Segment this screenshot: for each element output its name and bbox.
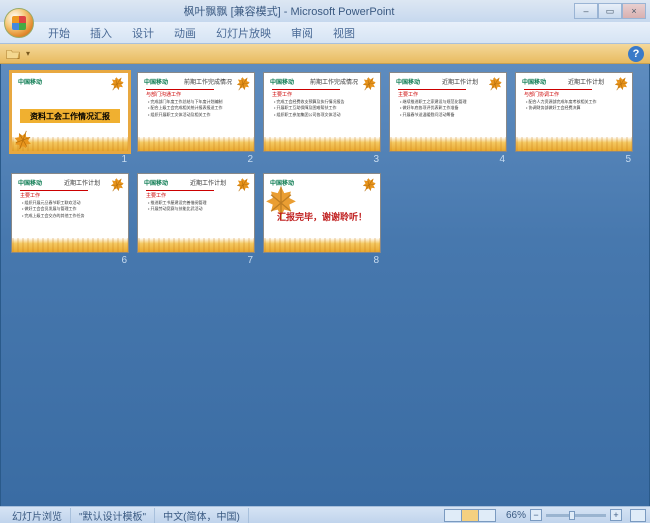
view-normal-button[interactable]: [444, 509, 462, 522]
tab-view[interactable]: 视图: [323, 25, 365, 41]
slide-number: 1: [11, 152, 129, 165]
open-folder-icon[interactable]: [6, 47, 20, 61]
section-label: 与部门协调工作: [524, 89, 592, 96]
slide-number: 4: [389, 152, 507, 165]
slide-number: 6: [11, 253, 129, 266]
slide-heading: 近期工作计划: [546, 77, 626, 86]
slide-heading: 前期工作完成情况: [294, 77, 374, 86]
slide-thumbnail-4[interactable]: 中国移动近期工作计划主要工作继续推进职工之家建设与规范化管理做好年底各项评优表彰…: [389, 72, 507, 152]
slide-number: 2: [137, 152, 255, 165]
slide-thumbnail-6[interactable]: 中国移动近期工作计划主要工作组织开展元旦春节职工联欢活动做好工会会员发展与管理工…: [11, 173, 129, 253]
bullet-list: 配合人力资源部完成年度考核相关工作协调财务部做好工会经费决算: [526, 99, 622, 112]
slide-title: 资料工会工作情况汇报: [20, 109, 120, 123]
zoom-fit-button[interactable]: [630, 509, 646, 522]
slide-heading: 近期工作计划: [168, 178, 248, 187]
tab-animations[interactable]: 动画: [164, 25, 206, 41]
slide-number: 5: [515, 152, 633, 165]
office-button[interactable]: [4, 8, 34, 38]
zoom-value: 66%: [506, 510, 526, 521]
slide-thumbnail-2[interactable]: 中国移动前期工作完成情况与部门沟通工作完成部门年度工作总结与下年度计划编制配合上…: [137, 72, 255, 152]
logo-text: 中国移动: [396, 77, 420, 86]
logo-text: 中国移动: [18, 77, 42, 86]
zoom-slider[interactable]: [546, 514, 606, 517]
slide-thumbnail-7[interactable]: 中国移动近期工作计划主要工作推进职工书屋建设完善借阅管理开展劳动竞赛与技能比武活…: [137, 173, 255, 253]
zoom-out-button[interactable]: −: [530, 509, 542, 521]
section-label: 主要工作: [272, 89, 340, 96]
slide-thumbnail-3[interactable]: 中国移动前期工作完成情况主要工作完成工会经费收支预算及执行情况报告开展职工互助保…: [263, 72, 381, 152]
slide-heading: 近期工作计划: [42, 178, 122, 187]
logo-text: 中国移动: [144, 77, 168, 86]
slide-heading: 近期工作计划: [420, 77, 500, 86]
help-button[interactable]: ?: [628, 46, 644, 62]
logo-text: 中国移动: [18, 178, 42, 187]
section-label: 与部门沟通工作: [146, 89, 214, 96]
status-theme: "默认设计模板": [71, 508, 155, 523]
slide-sorter-view: 中国移动资料工会工作情况汇报1中国移动前期工作完成情况与部门沟通工作完成部门年度…: [0, 64, 650, 506]
logo-text: 中国移动: [522, 77, 546, 86]
slide-heading: 前期工作完成情况: [168, 77, 248, 86]
slide-thumbnail-8[interactable]: 中国移动汇报完毕，谢谢聆听！: [263, 173, 381, 253]
zoom-in-button[interactable]: +: [610, 509, 622, 521]
section-label: 主要工作: [146, 190, 214, 197]
view-sorter-button[interactable]: [461, 509, 479, 522]
section-label: 主要工作: [398, 89, 466, 96]
status-view: 幻灯片浏览: [4, 508, 71, 523]
bullet-list: 推进职工书屋建设完善借阅管理开展劳动竞赛与技能比武活动: [148, 200, 244, 213]
bullet-list: 完成工会经费收支预算及执行情况报告开展职工互助保障及困难帮扶工作组织职工参加集团…: [274, 99, 370, 118]
slide-number: 7: [137, 253, 255, 266]
window-title: 枫叶飘飘 [兼容模式] - Microsoft PowerPoint: [4, 3, 574, 19]
tab-review[interactable]: 审阅: [281, 25, 323, 41]
tab-design[interactable]: 设计: [122, 25, 164, 41]
slide-number: 8: [263, 253, 381, 266]
tab-insert[interactable]: 插入: [80, 25, 122, 41]
qat-dropdown-icon[interactable]: ▾: [26, 49, 30, 58]
view-slideshow-button[interactable]: [478, 509, 496, 522]
status-language: 中文(简体，中国): [155, 508, 249, 523]
bullet-list: 完成部门年度工作总结与下年度计划编制配合上级工会完成相关统计报表报送工作组织开展…: [148, 99, 244, 118]
maximize-button[interactable]: ▭: [598, 3, 622, 19]
section-label: 主要工作: [20, 190, 88, 197]
logo-text: 中国移动: [144, 178, 168, 187]
logo-text: 中国移动: [270, 178, 294, 187]
minimize-button[interactable]: –: [574, 3, 598, 19]
close-button[interactable]: ×: [622, 3, 646, 19]
bullet-list: 继续推进职工之家建设与规范化管理做好年底各项评优表彰工作准备开展春节送温暖慰问活…: [400, 99, 496, 118]
bullet-list: 组织开展元旦春节职工联欢活动做好工会会员发展与管理工作完成上级工会交办的其他工作…: [22, 200, 118, 219]
slide-thumbnail-1[interactable]: 中国移动资料工会工作情况汇报: [11, 72, 129, 152]
logo-text: 中国移动: [270, 77, 294, 86]
final-message: 汇报完毕，谢谢聆听！: [264, 210, 380, 223]
slide-number: 3: [263, 152, 381, 165]
slide-thumbnail-5[interactable]: 中国移动近期工作计划与部门协调工作配合人力资源部完成年度考核相关工作协调财务部做…: [515, 72, 633, 152]
tab-home[interactable]: 开始: [38, 25, 80, 41]
tab-slideshow[interactable]: 幻灯片放映: [206, 25, 281, 41]
